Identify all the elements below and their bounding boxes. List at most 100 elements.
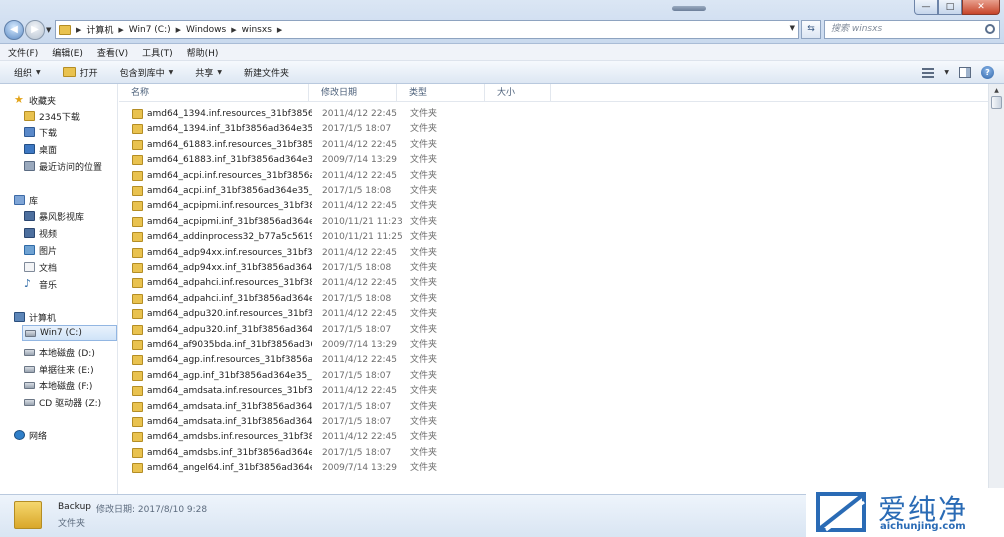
menu-view[interactable]: 查看(V) [97,46,128,59]
forward-button[interactable]: ▶ [25,20,45,40]
file-row[interactable]: amd64_acpi.inf_31bf3856ad364e35_6... 2017… [119,184,988,199]
chevron-right-icon[interactable]: ▶ [118,26,123,34]
file-row[interactable]: amd64_addinprocess32_b77a5c5619... 2010/1… [119,230,988,245]
file-row[interactable]: amd64_adpu320.inf.resources_31bf3... 2011… [119,307,988,322]
menu-tools[interactable]: 工具(T) [142,46,173,59]
file-row[interactable]: amd64_adpu320.inf_31bf3856ad364e... 2017/… [119,323,988,338]
file-name: amd64_adpahci.inf_31bf3856ad364e3... [147,293,312,304]
maximize-button[interactable]: □ [938,0,962,15]
documents-icon [24,262,35,272]
include-in-library-button[interactable]: 包含到库中 ▼ [120,66,174,79]
column-type[interactable]: 类型 [397,84,485,102]
close-button[interactable]: ✕ [962,0,1000,15]
file-row[interactable]: amd64_adpahci.inf.resources_31bf38... 201… [119,276,988,291]
view-options-icon[interactable] [922,67,935,78]
breadcrumb-c-drive[interactable]: Win7 (C:) [129,25,171,35]
vertical-scrollbar[interactable]: ▲ [988,84,1004,494]
menu-edit[interactable]: 编辑(E) [52,46,83,59]
file-row[interactable]: amd64_agp.inf_31bf3856ad364e35_6... 2017/… [119,369,988,384]
folder-icon [132,263,143,273]
file-row[interactable]: amd64_amdsata.inf.resources_31bf38... 201… [119,384,988,399]
nav-item-videos[interactable]: 视频 [24,225,114,241]
new-folder-button[interactable]: 新建文件夹 [244,66,289,79]
file-row[interactable]: amd64_1394.inf.resources_31bf3856a... 201… [119,107,988,122]
file-row[interactable]: amd64_acpi.inf.resources_31bf3856a... 201… [119,169,988,184]
nav-item-recent-places[interactable]: 最近访问的位置 [24,158,116,174]
preview-pane-icon[interactable] [959,67,971,78]
file-name: amd64_adp94xx.inf_31bf3856ad364e... [147,263,312,273]
file-type: 文件夹 [410,247,438,258]
file-row[interactable]: amd64_adp94xx.inf_31bf3856ad364e... 2017/… [119,261,988,276]
menu-file[interactable]: 文件(F) [8,46,38,59]
breadcrumb-computer[interactable]: 计算机 [86,23,113,36]
file-row[interactable]: amd64_angel64.inf_31bf3856ad364e3... 2009… [119,461,988,476]
chevron-right-icon[interactable]: ▶ [277,26,282,34]
nav-item-baofeng-library[interactable]: 暴风影视库 [24,208,114,224]
nav-item-desktop[interactable]: 桌面 [24,141,114,157]
file-row[interactable]: amd64_acpipmi.inf_31bf3856ad364e3... 2010… [119,215,988,230]
file-name: amd64_angel64.inf_31bf3856ad364e3... [147,463,312,474]
column-date-modified[interactable]: 修改日期 [309,84,397,102]
nav-item-d-drive[interactable]: 本地磁盘 (D:) [24,344,116,360]
file-row[interactable]: amd64_amdsbs.inf_31bf3856ad364e3... 2017/… [119,446,988,461]
nav-computer[interactable]: 计算机 [14,309,114,325]
file-row[interactable]: amd64_61883.inf.resources_31bf3856... 201… [119,138,988,153]
breadcrumb-windows[interactable]: Windows [186,25,226,35]
column-size[interactable]: 大小 [485,84,551,102]
chevron-right-icon[interactable]: ▶ [231,26,236,34]
file-row[interactable]: amd64_amdsbs.inf.resources_31bf38... 2011… [119,430,988,445]
nav-item-documents[interactable]: 文档 [24,259,114,275]
nav-item-music[interactable]: ♪ 音乐 [24,276,114,292]
history-dropdown[interactable]: ▼ [46,26,51,34]
menu-bar: 文件(F) 编辑(E) 查看(V) 工具(T) 帮助(H) [0,44,1004,61]
search-input[interactable]: 搜索 winsxs [824,20,1000,39]
nav-item-2345-downloads[interactable]: 2345下载 [24,108,114,124]
scroll-thumb[interactable] [991,96,1002,109]
arrow-left-icon: ◀ [10,24,18,35]
file-row[interactable]: amd64_amdsata.inf_31bf3856ad364e... 2017/… [119,400,988,415]
file-row[interactable]: amd64_acpipmi.inf.resources_31bf38... 201… [119,199,988,214]
menu-help[interactable]: 帮助(H) [187,46,219,59]
nav-item-pictures[interactable]: 图片 [24,242,114,258]
nav-libraries[interactable]: 库 [14,192,114,208]
nav-network[interactable]: 网络 [14,427,114,443]
nav-item-downloads[interactable]: 下载 [24,124,114,140]
address-bar[interactable]: ▶ 计算机 ▶ Win7 (C:) ▶ Windows ▶ winsxs ▶ ▼ [55,20,799,39]
file-row[interactable]: amd64_amdsata.inf_31bf3856ad364e... 2017/… [119,415,988,430]
refresh-button[interactable]: ⇆ [801,20,821,39]
search-icon[interactable] [985,24,995,34]
pictures-icon [24,245,35,255]
nav-item-f-drive[interactable]: 本地磁盘 (F:) [24,377,116,393]
share-button[interactable]: 共享 ▼ [195,66,222,79]
file-type: 文件夹 [410,417,438,427]
folder-icon [132,401,143,412]
file-row[interactable]: amd64_af9035bda.inf_31bf3856ad36... 2009/… [119,338,988,353]
file-row[interactable]: amd64_61883.inf_31bf3856ad364e35... 2009/… [119,153,988,168]
help-icon[interactable]: ? [981,66,994,79]
file-row[interactable]: amd64_adp94xx.inf.resources_31bf38... 201… [119,246,988,261]
nav-favorites[interactable]: ★ 收藏夹 [14,92,114,108]
file-type: 文件夹 [410,201,438,212]
chevron-right-icon[interactable]: ▶ [176,26,181,34]
nav-item-cd-drive[interactable]: CD 驱动器 (Z:) [24,394,116,410]
back-button[interactable]: ◀ [4,20,24,40]
chevron-right-icon[interactable]: ▶ [76,26,81,34]
nav-item-e-drive[interactable]: 单据往来 (E:) [24,361,116,377]
minimize-button[interactable]: — [914,0,938,15]
scroll-up-icon[interactable]: ▲ [990,85,1003,96]
file-row[interactable]: amd64_1394.inf_31bf3856ad364e35_... 2017/… [119,122,988,137]
file-type: 文件夹 [410,340,438,350]
column-name[interactable]: 名称 [119,84,309,102]
address-dropdown-icon[interactable]: ▼ [790,24,795,32]
breadcrumb-winsxs[interactable]: winsxs [242,25,272,35]
file-row[interactable]: amd64_adpahci.inf_31bf3856ad364e3... 2017… [119,292,988,307]
details-modified: 修改日期: 2017/8/10 9:28 [96,505,208,515]
file-date: 2011/4/12 22:45 [322,109,397,119]
chevron-down-icon[interactable]: ▼ [944,69,949,76]
organize-button[interactable]: 组织 ▼ [14,66,41,79]
file-type: 文件夹 [410,124,438,135]
file-row[interactable]: amd64_agp.inf.resources_31bf3856a... 2011… [119,353,988,368]
file-name: amd64_adp94xx.inf.resources_31bf38... [147,247,312,258]
open-button[interactable]: 打开 [62,66,98,79]
nav-item-c-drive[interactable]: Win7 (C:) [22,325,117,341]
